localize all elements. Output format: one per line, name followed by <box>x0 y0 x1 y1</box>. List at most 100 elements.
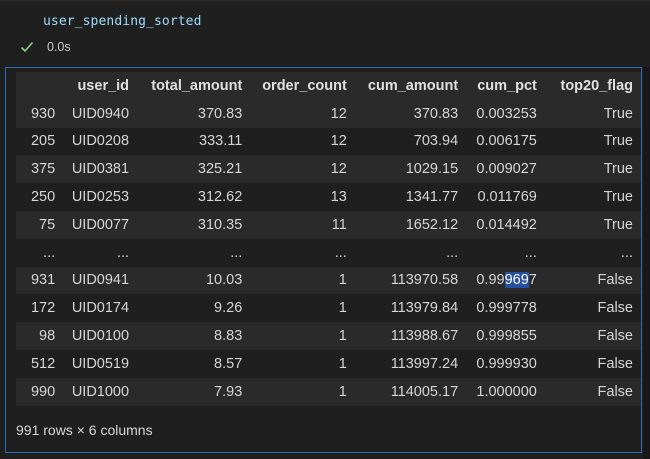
cell-total-amount: 7.93 <box>137 377 251 406</box>
row-index: ... <box>16 238 64 267</box>
cell-order-count: ... <box>250 238 355 267</box>
cell-cum-pct: 0.999930 <box>466 349 545 378</box>
cell-cum-amount: 1652.12 <box>354 210 467 239</box>
cell-top20-flag: False <box>544 294 641 323</box>
header-index <box>16 72 64 100</box>
cell-cum-amount: 114005.17 <box>354 377 467 406</box>
table-row[interactable]: 98 UID0100 8.83 1 113988.67 0.999855 Fal… <box>16 322 641 350</box>
table-row[interactable]: 931 UID0941 10.03 1 113970.58 0.999697 F… <box>16 266 641 295</box>
cell-total-amount: 8.57 <box>137 349 251 378</box>
cell-cum-pct: 0.011769 <box>466 183 545 211</box>
text-selection[interactable]: 969 <box>504 272 529 289</box>
table-row[interactable]: 930 UID0940 370.83 12 370.83 0.003253 Tr… <box>16 99 641 128</box>
header-user-id: user_id <box>63 72 138 100</box>
cell-total-amount: 8.83 <box>137 322 251 350</box>
table-row[interactable]: 75 UID0077 310.35 11 1652.12 0.014492 Tr… <box>16 210 641 239</box>
cell-order-count: 12 <box>250 99 355 128</box>
cell-cum-amount: 113979.84 <box>354 294 467 323</box>
row-index: 205 <box>16 127 64 156</box>
notebook-cell[interactable]: user_spending_sorted 0.0s <box>0 0 650 64</box>
cell-user-id: UID0940 <box>63 99 138 128</box>
cell-order-count: 1 <box>250 294 355 323</box>
cell-top20-flag: True <box>544 210 641 239</box>
cell-user-id: UID1000 <box>63 377 138 406</box>
row-index: 512 <box>16 349 64 378</box>
cell-top20-flag: False <box>544 266 641 295</box>
cell-total-amount: 10.03 <box>137 266 251 295</box>
code-editor-line[interactable]: user_spending_sorted <box>43 14 202 29</box>
cell-total-amount: 312.62 <box>137 183 251 211</box>
cell-top20-flag: True <box>544 183 641 211</box>
cell-user-id: UID0519 <box>63 349 138 378</box>
cell-cum-amount: 1029.15 <box>354 155 467 184</box>
cell-user-id: UID0077 <box>63 210 138 239</box>
table-row-ellipsis: ... ... ... ... ... ... ... <box>16 238 641 267</box>
cell-total-amount: 9.26 <box>137 294 251 323</box>
cell-cum-pct: 0.999778 <box>466 294 545 323</box>
row-index: 98 <box>16 322 64 350</box>
cell-total-amount: ... <box>137 238 251 267</box>
table-row[interactable]: 205 UID0208 333.11 12 703.94 0.006175 Tr… <box>16 127 641 156</box>
row-index: 375 <box>16 155 64 184</box>
cell-cum-pct: 0.003253 <box>466 99 545 128</box>
cum-pct-prefix: 0.99 <box>476 272 505 289</box>
table-row[interactable]: 172 UID0174 9.26 1 113979.84 0.999778 Fa… <box>16 294 641 323</box>
cell-cum-amount: 113970.58 <box>354 266 467 295</box>
header-cum-amount: cum_amount <box>354 72 467 100</box>
cell-cum-pct[interactable]: 0.999697 <box>466 266 545 295</box>
cell-divider <box>0 0 650 1</box>
cell-cum-pct: 0.009027 <box>466 155 545 184</box>
cell-cum-pct: ... <box>466 238 545 267</box>
check-icon <box>20 41 34 53</box>
cell-user-id: ... <box>63 238 138 267</box>
execution-time: 0.0s <box>47 40 71 54</box>
scrollbar-track[interactable] <box>643 67 650 459</box>
table-row[interactable]: 250 UID0253 312.62 13 1341.77 0.011769 T… <box>16 183 641 211</box>
cell-total-amount: 310.35 <box>137 210 251 239</box>
cell-cum-pct: 0.006175 <box>466 127 545 156</box>
cell-output[interactable]: user_id total_amount order_count cum_amo… <box>5 67 642 453</box>
cell-top20-flag: True <box>544 99 641 128</box>
cell-order-count: 1 <box>250 266 355 295</box>
cell-user-id: UID0941 <box>63 266 138 295</box>
cell-total-amount: 325.21 <box>137 155 251 184</box>
cell-top20-flag: True <box>544 127 641 156</box>
cum-pct-suffix: 7 <box>528 272 537 289</box>
dataframe-table[interactable]: user_id total_amount order_count cum_amo… <box>16 72 641 406</box>
cell-cum-amount: 370.83 <box>354 99 467 128</box>
cell-order-count: 13 <box>250 183 355 211</box>
cell-cum-amount: 703.94 <box>354 127 467 156</box>
cell-cum-amount: 1341.77 <box>354 183 467 211</box>
cell-cum-amount: 113988.67 <box>354 322 467 350</box>
cell-order-count: 1 <box>250 322 355 350</box>
table-row[interactable]: 375 UID0381 325.21 12 1029.15 0.009027 T… <box>16 155 641 184</box>
row-index: 930 <box>16 99 64 128</box>
header-total-amount: total_amount <box>137 72 251 100</box>
row-index: 172 <box>16 294 64 323</box>
cell-cum-pct: 0.014492 <box>466 210 545 239</box>
cell-total-amount: 370.83 <box>137 99 251 128</box>
header-order-count: order_count <box>250 72 355 100</box>
row-index: 990 <box>16 377 64 406</box>
header-cum-pct: cum_pct <box>466 72 545 100</box>
cell-order-count: 11 <box>250 210 355 239</box>
cell-order-count: 12 <box>250 155 355 184</box>
cell-top20-flag: False <box>544 349 641 378</box>
table-row[interactable]: 990 UID1000 7.93 1 114005.17 1.000000 Fa… <box>16 377 641 406</box>
table-row[interactable]: 512 UID0519 8.57 1 113997.24 0.999930 Fa… <box>16 349 641 378</box>
cell-top20-flag: True <box>544 155 641 184</box>
cell-user-id: UID0208 <box>63 127 138 156</box>
cell-user-id: UID0100 <box>63 322 138 350</box>
cell-user-id: UID0381 <box>63 155 138 184</box>
cell-order-count: 1 <box>250 349 355 378</box>
cell-top20-flag: False <box>544 322 641 350</box>
cell-user-id: UID0174 <box>63 294 138 323</box>
cell-user-id: UID0253 <box>63 183 138 211</box>
cell-top20-flag: False <box>544 377 641 406</box>
cell-top20-flag: ... <box>544 238 641 267</box>
cell-cum-pct: 1.000000 <box>466 377 545 406</box>
row-index: 931 <box>16 266 64 295</box>
cell-cum-amount: 113997.24 <box>354 349 467 378</box>
execution-status: 0.0s <box>20 38 71 56</box>
cell-order-count: 1 <box>250 377 355 406</box>
